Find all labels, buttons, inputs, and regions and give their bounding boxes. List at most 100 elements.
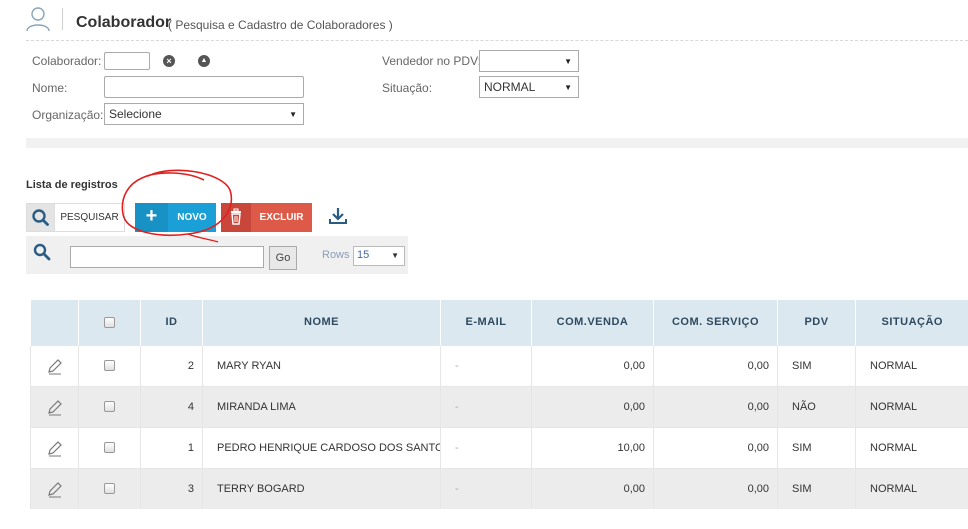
cell-com-servico: 0,00: [653, 467, 778, 509]
situacao-value: NORMAL: [484, 80, 536, 94]
col-header-com-servico[interactable]: COM. SERVIÇO: [653, 300, 778, 345]
col-header-id[interactable]: ID: [140, 300, 203, 345]
page-subtitle: ( Pesquisa e Cadastro de Colaboradores ): [168, 18, 393, 32]
cell-pdv: SIM: [777, 426, 856, 468]
cell-pdv: SIM: [777, 344, 856, 386]
pesquisar-button[interactable]: PESQUISAR: [55, 203, 125, 232]
go-button[interactable]: Go: [269, 246, 297, 270]
cell-nome: TERRY BOGARD: [202, 467, 441, 509]
quick-search-bar: Go Rows 15 ▼: [26, 236, 408, 274]
row-checkbox-cell: [78, 344, 141, 386]
search-icon: [32, 209, 49, 226]
table-row: 2 MARY RYAN - 0,00 0,00 SIM NORMAL: [30, 344, 968, 386]
cell-nome: MARY RYAN: [202, 344, 441, 386]
row-checkbox[interactable]: [104, 401, 115, 413]
cell-com-servico: 0,00: [653, 426, 778, 468]
edit-icon[interactable]: [46, 398, 64, 416]
chevron-down-icon: ▼: [564, 83, 572, 92]
novo-button[interactable]: NOVO: [168, 203, 216, 232]
cell-situacao: NORMAL: [855, 385, 968, 427]
chevron-down-icon: ▼: [391, 251, 399, 260]
chevron-down-icon: ▼: [564, 57, 572, 66]
row-checkbox[interactable]: [104, 360, 115, 372]
clear-icon[interactable]: ×: [163, 55, 175, 67]
cell-nome: MIRANDA LIMA: [202, 385, 441, 427]
search-toggle-button[interactable]: [26, 203, 55, 232]
download-icon[interactable]: [326, 206, 350, 228]
edit-column-header: [30, 300, 79, 345]
nome-input[interactable]: [104, 76, 304, 98]
header-separator: [62, 8, 63, 30]
cell-email: -: [440, 426, 532, 468]
row-checkbox-cell: [78, 426, 141, 468]
cell-id: 2: [140, 344, 203, 386]
cell-com-servico: 0,00: [653, 385, 778, 427]
cell-email: -: [440, 385, 532, 427]
col-header-nome[interactable]: NOME: [202, 300, 441, 345]
form-footer-bar: [26, 138, 968, 148]
nome-label: Nome:: [32, 81, 68, 95]
page-title: Colaborador: [76, 14, 172, 31]
cell-id: 4: [140, 385, 203, 427]
select-all-header: [78, 300, 141, 345]
organizacao-select[interactable]: Selecione ▼: [104, 103, 304, 125]
excluir-button[interactable]: EXCLUIR: [251, 203, 312, 232]
rows-select[interactable]: 15 ▼: [353, 246, 405, 266]
select-all-checkbox[interactable]: [104, 316, 115, 328]
col-header-email[interactable]: E-MAIL: [440, 300, 532, 345]
chevron-up-icon[interactable]: ▲: [198, 55, 210, 67]
cell-com-venda: 0,00: [531, 385, 654, 427]
rows-label: Rows: [322, 249, 350, 261]
cell-id: 1: [140, 426, 203, 468]
organizacao-label: Organização:: [32, 108, 104, 122]
row-checkbox[interactable]: [104, 442, 115, 454]
col-header-situacao[interactable]: SITUAÇÃO: [855, 300, 968, 345]
situacao-select[interactable]: NORMAL ▼: [479, 76, 579, 98]
situacao-label: Situação:: [382, 81, 433, 95]
edit-cell: [30, 385, 79, 427]
quick-search-input[interactable]: [70, 246, 264, 268]
col-header-pdv[interactable]: PDV: [777, 300, 856, 345]
records-table: ID NOME E-MAIL COM.VENDA COM. SERVIÇO PD…: [30, 300, 968, 509]
table-row: 3 TERRY BOGARD - 0,00 0,00 SIM NORMAL: [30, 467, 968, 509]
table-row: 4 MIRANDA LIMA - 0,00 0,00 NÃO NORMAL: [30, 385, 968, 427]
row-checkbox[interactable]: [104, 483, 115, 495]
cell-email: -: [440, 467, 532, 509]
edit-icon[interactable]: [46, 480, 64, 498]
vendedor-label: Vendedor no PDV:: [382, 54, 481, 68]
cell-com-venda: 0,00: [531, 467, 654, 509]
trash-icon[interactable]: [221, 203, 251, 232]
cell-nome: PEDRO HENRIQUE CARDOSO DOS SANTOS: [202, 426, 441, 468]
cell-com-venda: 10,00: [531, 426, 654, 468]
cell-com-servico: 0,00: [653, 344, 778, 386]
colaborador-label: Colaborador:: [32, 54, 102, 68]
cell-situacao: NORMAL: [855, 426, 968, 468]
list-title: Lista de registros: [26, 179, 118, 191]
cell-id: 3: [140, 467, 203, 509]
user-icon: [26, 7, 50, 32]
cell-pdv: SIM: [777, 467, 856, 509]
colaborador-input[interactable]: [104, 52, 150, 70]
header-divider: [26, 40, 968, 41]
edit-cell: [30, 467, 79, 509]
cell-com-venda: 0,00: [531, 344, 654, 386]
edit-cell: [30, 426, 79, 468]
plus-icon[interactable]: +: [135, 203, 168, 232]
cell-situacao: NORMAL: [855, 467, 968, 509]
rows-value: 15: [357, 249, 370, 261]
edit-cell: [30, 344, 79, 386]
cell-pdv: NÃO: [777, 385, 856, 427]
edit-icon[interactable]: [46, 439, 64, 457]
table-row: 1 PEDRO HENRIQUE CARDOSO DOS SANTOS - 10…: [30, 426, 968, 468]
cell-situacao: NORMAL: [855, 344, 968, 386]
search-icon: [33, 243, 51, 261]
row-checkbox-cell: [78, 467, 141, 509]
col-header-com-venda[interactable]: COM.VENDA: [531, 300, 654, 345]
row-checkbox-cell: [78, 385, 141, 427]
organizacao-value: Selecione: [109, 107, 162, 121]
vendedor-select[interactable]: ▼: [479, 50, 579, 72]
edit-icon[interactable]: [46, 357, 64, 375]
cell-email: -: [440, 344, 532, 386]
chevron-down-icon: ▼: [289, 110, 297, 119]
table-header-row: ID NOME E-MAIL COM.VENDA COM. SERVIÇO PD…: [30, 300, 968, 345]
